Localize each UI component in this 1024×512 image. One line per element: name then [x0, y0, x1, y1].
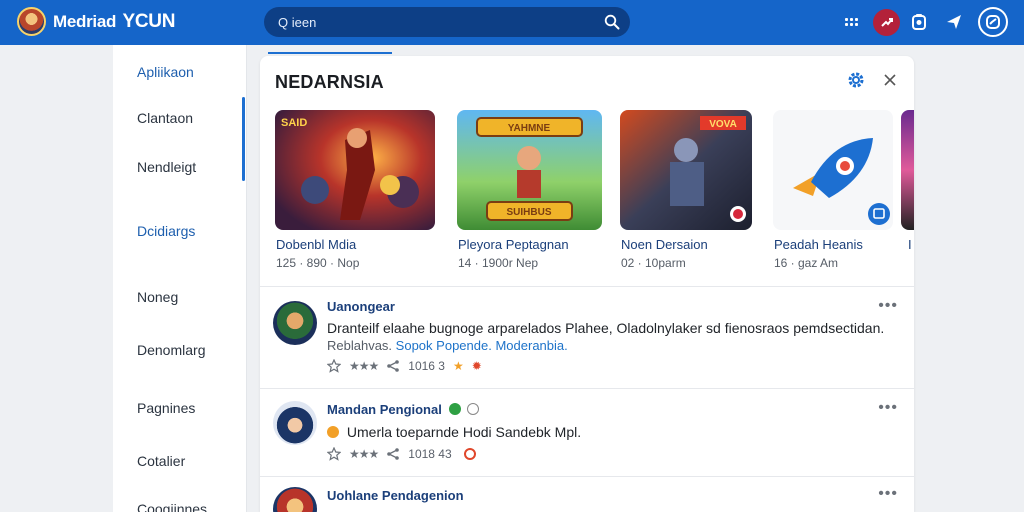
trending-icon[interactable] [873, 9, 900, 36]
feed-post: Uohlane Pendagenion ••• [260, 476, 914, 512]
sidebar: Apliikaon Clantaon Nendleigt Dcidiargs N… [113, 45, 247, 512]
card-meta: 02 · 10parm [621, 256, 686, 270]
card-thumbnail[interactable] [773, 110, 893, 230]
card-title[interactable]: I [908, 237, 912, 252]
search-input[interactable] [278, 7, 588, 37]
sidebar-item-nendleigt[interactable]: Nendleigt [137, 159, 196, 175]
sidebar-item-clantaon[interactable]: Clantaon [137, 110, 193, 126]
card-thumbnail[interactable]: VOVA [620, 110, 752, 230]
avatar[interactable] [273, 487, 317, 512]
grid-icon[interactable] [839, 10, 863, 34]
sidebar-item-cotalier[interactable]: Cotalier [137, 453, 185, 469]
sidebar-active-indicator [242, 97, 245, 181]
send-icon[interactable] [942, 10, 966, 34]
brand-name[interactable]: Medriad YCUN [53, 11, 175, 33]
sidebar-item-apliikaon[interactable]: Apliikaon [137, 64, 194, 80]
top-bar: Medriad YCUN [0, 0, 1024, 45]
card-title[interactable]: Noen Dersaion [621, 237, 708, 252]
card-title[interactable]: Pleyora Peptagnan [458, 237, 569, 252]
feed-post: Mandan Pengional Umerla toeparnde Hodi S… [260, 388, 914, 476]
post-stat: 1018 43 [408, 447, 452, 461]
verified-icon [449, 403, 462, 415]
search-bar[interactable] [264, 7, 630, 37]
more-options-icon[interactable]: ••• [878, 297, 898, 315]
card-meta: 125 · 890 · Nop [276, 256, 360, 270]
more-options-icon[interactable]: ••• [878, 485, 898, 503]
rating-stars-icon: ★★★ [349, 447, 379, 461]
star-outline-icon[interactable] [327, 359, 341, 373]
post-text-content: Umerla toeparnde Hodi Sandebk Mpl. [346, 424, 582, 440]
brand-text-2: YCUN [122, 11, 176, 32]
card-thumb-label: YAHMNE [508, 123, 551, 134]
card-title[interactable]: Peadah Heanis [774, 237, 863, 252]
card-meta: 14 · 1900r Nep [458, 256, 539, 270]
close-icon[interactable] [880, 70, 900, 90]
card-thumb-label: SUIHBUS [506, 207, 551, 218]
card-thumbnail[interactable]: YAHMNE SUIHBUS [457, 110, 602, 230]
avatar[interactable] [273, 401, 317, 445]
panel-title: NEDARNSIA [275, 72, 384, 92]
post-tags: Reblahvas. Sopok Popende. Moderanbia. [327, 338, 568, 353]
card-thumb-label: SAID [281, 117, 307, 129]
share-icon[interactable] [386, 359, 400, 373]
main-panel: NEDARNSIA SAID Dobenbl Mdia 125 · 890 · … [260, 56, 914, 512]
star-award-icon[interactable]: ★ [453, 359, 464, 373]
card-thumbnail[interactable]: SAID [275, 110, 435, 230]
sidebar-item-coogiinnes[interactable]: Coogiinnes [137, 501, 207, 512]
profile-icon[interactable] [978, 7, 1008, 37]
post-actions: ★★★ 1018 43 [327, 447, 476, 461]
info-icon[interactable] [467, 403, 480, 415]
search-icon[interactable] [604, 14, 620, 30]
post-stat: 1016 3 [408, 359, 445, 373]
post-author-name: Mandan Pengional [327, 402, 442, 417]
card-thumbnail[interactable] [901, 110, 914, 230]
share-icon[interactable] [386, 447, 400, 461]
settings-icon[interactable] [846, 70, 866, 90]
rating-stars-icon: ★★★ [349, 359, 379, 373]
brand-logo[interactable] [17, 7, 46, 36]
card-meta: 16 · gaz Am [774, 256, 839, 270]
sidebar-item-pagnines[interactable]: Pagnines [137, 400, 195, 416]
record-icon[interactable] [463, 448, 476, 460]
badge-icon[interactable] [907, 10, 931, 34]
post-actions: ★★★ 1016 3 ★ ✹ [327, 359, 482, 373]
sidebar-item-denomlarg[interactable]: Denomlarg [137, 342, 205, 358]
sidebar-item-noneg[interactable]: Noneg [137, 289, 178, 305]
card-thumb-label: VOVA [709, 119, 737, 130]
fire-award-icon[interactable]: ✹ [472, 359, 482, 373]
feed-post: Uanongear Dranteilf elaahe bugnoge arpar… [260, 286, 914, 388]
post-author[interactable]: Uanongear [327, 299, 395, 314]
avatar[interactable] [273, 301, 317, 345]
card-title[interactable]: Dobenbl Mdia [276, 237, 356, 252]
post-author[interactable]: Uohlane Pendagenion [327, 488, 464, 503]
brand-text-1: Medriad [53, 12, 117, 31]
sidebar-item-dcidiargs[interactable]: Dcidiargs [137, 223, 195, 239]
tag-link[interactable]: Moderanbia. [495, 338, 567, 353]
star-outline-icon[interactable] [327, 447, 341, 461]
tag-link[interactable]: Popende. [436, 338, 492, 353]
tag-link[interactable]: Sopok [396, 338, 433, 353]
post-author[interactable]: Mandan Pengional [327, 402, 480, 417]
more-options-icon[interactable]: ••• [878, 399, 898, 417]
coin-icon [327, 426, 339, 438]
post-text: Dranteilf elaahe bugnoge arparelados Pla… [327, 320, 885, 336]
post-text: Umerla toeparnde Hodi Sandebk Mpl. [327, 424, 581, 440]
post-tags-prefix: Reblahvas. [327, 338, 393, 353]
tab-underline [268, 52, 392, 54]
